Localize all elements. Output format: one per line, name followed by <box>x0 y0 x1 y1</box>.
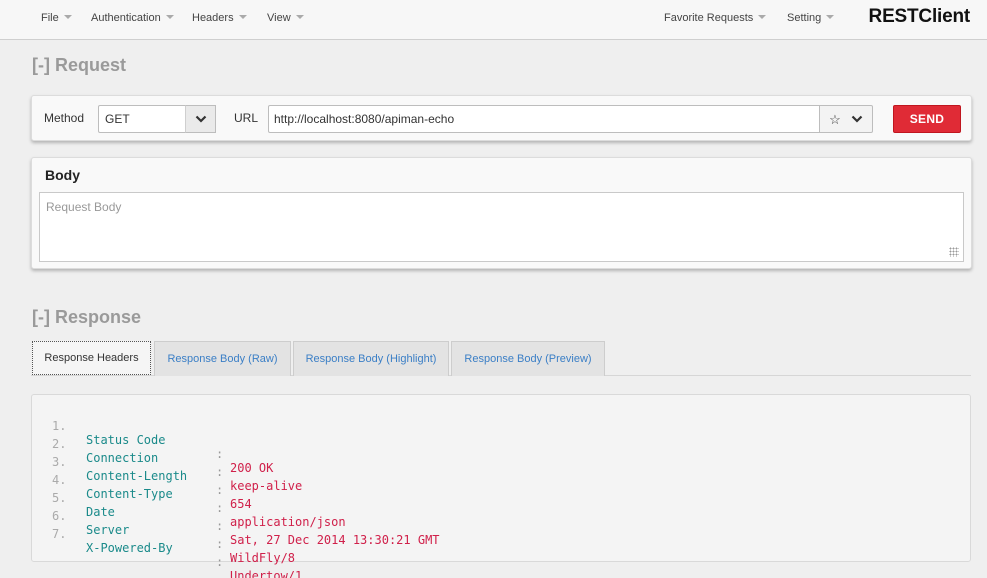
url-actions: ☆ <box>820 105 873 133</box>
header-colon: : <box>216 447 224 461</box>
request-body-placeholder: Request Body <box>46 200 122 214</box>
menu-headers-label: Headers <box>192 12 234 24</box>
header-key: Content-Length <box>86 469 188 483</box>
header-colon: : <box>216 537 224 551</box>
header-value: application/json <box>230 515 346 529</box>
header-line: 7. X-Powered-By : Undertow/1 <box>32 513 302 578</box>
header-colon: : <box>216 501 224 515</box>
header-key: Date <box>86 505 115 519</box>
header-line: 6. Server : WildFly/8 <box>32 495 295 565</box>
menu-favorite-requests[interactable]: Favorite Requests <box>664 12 767 24</box>
tab-response-body-preview[interactable]: Response Body (Preview) <box>451 341 605 376</box>
menu-file-label: File <box>41 12 59 24</box>
header-key: Status Code <box>86 433 166 447</box>
header-value: 200 OK <box>230 461 274 475</box>
menu-view-label: View <box>267 12 291 24</box>
header-value: WildFly/8 <box>230 551 296 565</box>
menu-view[interactable]: View <box>267 12 304 24</box>
header-line: 1. Status Code : 200 OK <box>32 405 273 475</box>
star-icon[interactable]: ☆ <box>829 113 841 126</box>
header-colon: : <box>216 555 224 569</box>
header-value: keep-alive <box>230 479 303 493</box>
body-title: Body <box>45 167 80 183</box>
header-line: 5. Date : Sat, 27 Dec 2014 13:30:21 GMT <box>32 477 440 547</box>
menu-setting[interactable]: Setting <box>787 12 835 24</box>
caret-down-icon <box>826 15 835 19</box>
response-headers-panel: 1. Status Code : 200 OK 2. Connection : … <box>31 394 971 578</box>
menu-favorite-requests-label: Favorite Requests <box>664 12 754 24</box>
method-label: Method <box>44 111 85 125</box>
request-panel: Method GET URL http://localhost:8080/api… <box>31 95 972 141</box>
response-section-title[interactable]: [-] Response <box>32 307 141 328</box>
menu-setting-label: Setting <box>787 12 822 24</box>
header-key: Content-Type <box>86 487 173 501</box>
url-input[interactable]: http://localhost:8080/apiman-echo <box>268 105 820 133</box>
header-colon: : <box>216 483 224 497</box>
menu-authentication-label: Authentication <box>91 12 161 24</box>
body-panel: Body Request Body <box>31 157 972 269</box>
resize-grip-icon[interactable] <box>949 247 959 257</box>
header-colon: : <box>216 519 224 533</box>
request-body-textarea[interactable]: Request Body <box>39 192 964 262</box>
chevron-down-icon[interactable] <box>851 115 863 123</box>
header-value: Undertow/1 <box>230 569 303 578</box>
caret-down-icon <box>63 15 72 19</box>
header-value: 654 <box>230 497 252 511</box>
header-line: 3. Content-Length : 654 <box>32 441 252 511</box>
header-colon: : <box>216 465 224 479</box>
header-key: Server <box>86 523 130 537</box>
top-navbar: File Authentication Headers View Favorit… <box>0 0 987 40</box>
menu-file[interactable]: File <box>41 12 72 24</box>
send-button[interactable]: SEND <box>893 105 961 133</box>
caret-down-icon <box>238 15 247 19</box>
caret-down-icon <box>165 15 174 19</box>
tab-response-body-raw[interactable]: Response Body (Raw) <box>154 341 291 376</box>
header-line: 4. Content-Type : application/json <box>32 459 346 529</box>
caret-down-icon <box>758 15 767 19</box>
line-number: 7. <box>52 527 67 541</box>
tab-response-headers[interactable]: Response Headers <box>32 341 151 375</box>
chevron-down-icon <box>195 115 206 123</box>
header-value: Sat, 27 Dec 2014 13:30:21 GMT <box>230 533 440 547</box>
header-line: 2. Connection : keep-alive <box>32 423 302 493</box>
request-section-title[interactable]: [-] Request <box>32 55 126 76</box>
header-key: Connection <box>86 451 159 465</box>
brand-logo[interactable]: RESTClient <box>869 6 971 28</box>
header-key: X-Powered-By <box>86 541 173 555</box>
caret-down-icon <box>295 15 304 19</box>
menu-authentication[interactable]: Authentication <box>91 12 174 24</box>
tab-response-body-highlight[interactable]: Response Body (Highlight) <box>293 341 449 376</box>
menu-headers[interactable]: Headers <box>192 12 247 24</box>
url-label: URL <box>234 111 259 125</box>
method-dropdown-button[interactable] <box>185 105 216 133</box>
